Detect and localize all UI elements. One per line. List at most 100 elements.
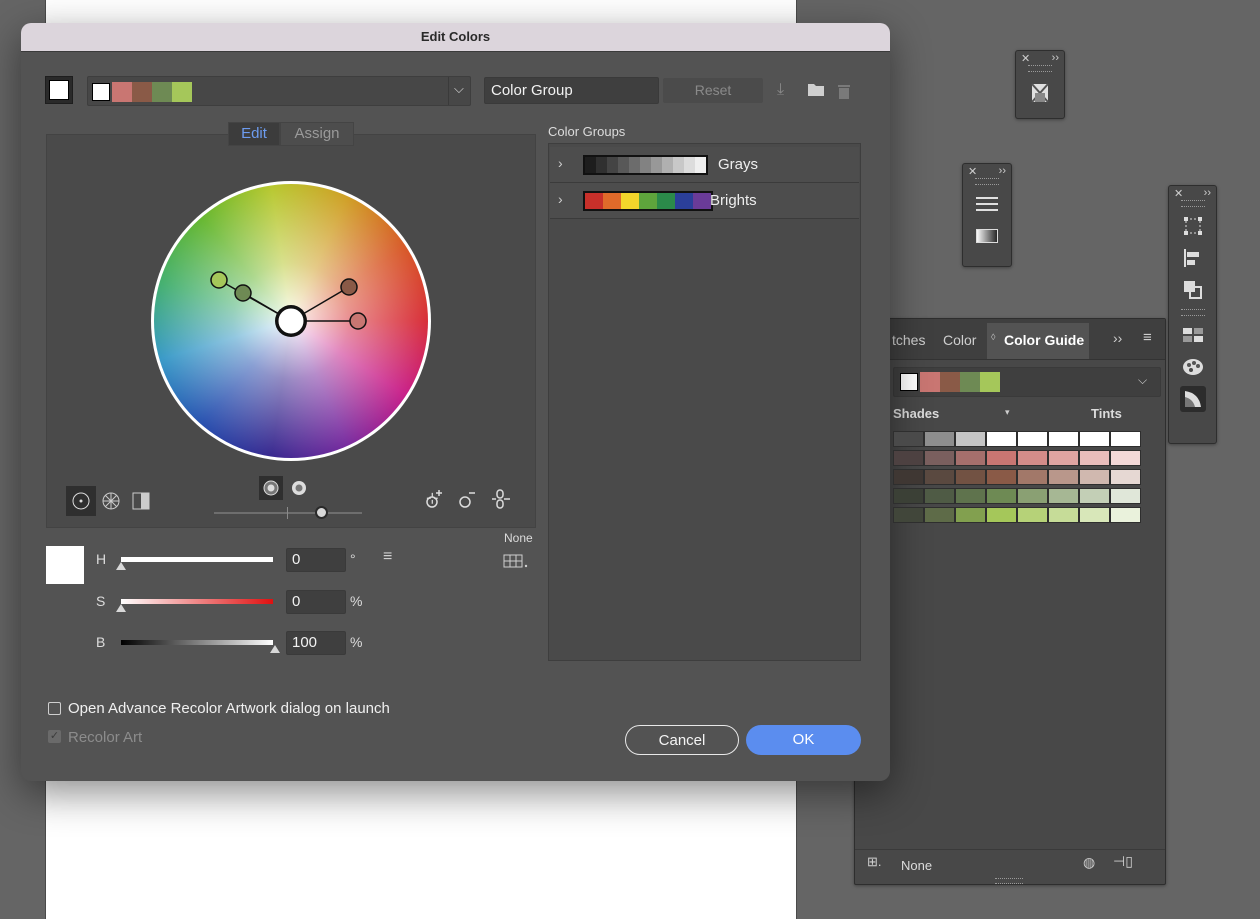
panel-grip[interactable] [975, 178, 999, 185]
guide-base-swatch[interactable] [940, 372, 960, 392]
guide-base-swatch[interactable] [980, 372, 1000, 392]
active-color-swatch[interactable] [92, 83, 110, 101]
close-icon[interactable]: ✕ [968, 165, 977, 178]
color-group-grays[interactable]: › Grays [550, 147, 859, 183]
active-color-swatch[interactable] [132, 82, 152, 102]
variation-swatch[interactable] [1048, 469, 1079, 485]
show-brightness-icon[interactable] [259, 476, 283, 500]
variation-swatch[interactable] [924, 469, 955, 485]
cancel-button[interactable]: Cancel [625, 725, 739, 755]
color-bars-icon[interactable] [126, 486, 156, 516]
color-wheel[interactable] [151, 181, 431, 461]
variation-swatch[interactable] [1017, 450, 1048, 466]
palette-icon[interactable] [1180, 354, 1206, 380]
variation-swatch[interactable] [1017, 488, 1048, 504]
recolor-art-checkbox[interactable]: ✓ [48, 730, 61, 743]
close-icon[interactable]: ✕ [1174, 187, 1183, 200]
hue-value-field[interactable]: 0 [286, 548, 346, 572]
smooth-color-wheel-icon[interactable] [66, 486, 96, 516]
variation-swatch[interactable] [955, 431, 986, 447]
variation-swatch[interactable] [893, 431, 924, 447]
variation-swatch[interactable] [955, 450, 986, 466]
variation-swatch[interactable] [924, 450, 955, 466]
limit-to-library-icon[interactable]: ⊞. [867, 854, 882, 870]
color-group-brights[interactable]: › Brights [550, 183, 859, 219]
collapse-panels-icon[interactable]: ›› [1113, 330, 1122, 346]
active-color-swatch[interactable] [172, 82, 192, 102]
close-icon[interactable]: ✕ [1021, 52, 1030, 65]
variation-swatch[interactable] [1079, 431, 1110, 447]
brightness-slider-thumb[interactable] [315, 506, 328, 519]
variation-swatch[interactable] [1048, 507, 1079, 523]
saturation-slider-track[interactable] [121, 599, 273, 604]
variations-dropdown-icon[interactable]: ▾ [1005, 407, 1010, 418]
variation-swatch[interactable] [893, 488, 924, 504]
slider-menu-icon[interactable]: ≡ [383, 548, 392, 566]
hue-slider-thumb[interactable] [116, 562, 126, 570]
variation-swatch[interactable] [986, 450, 1017, 466]
color-guide-icon[interactable] [1179, 386, 1206, 412]
add-color-tool-icon[interactable] [425, 489, 445, 509]
expand-icon[interactable]: ›› [1204, 187, 1211, 199]
variation-swatch[interactable] [1079, 488, 1110, 504]
variation-swatch[interactable] [955, 507, 986, 523]
guide-base-swatch[interactable] [900, 373, 918, 391]
variation-swatch[interactable] [955, 469, 986, 485]
guide-base-swatch[interactable] [920, 372, 940, 392]
gradient-icon[interactable] [974, 223, 1000, 249]
chevron-right-icon[interactable]: › [558, 191, 563, 207]
current-color-chip[interactable] [45, 76, 73, 104]
variation-swatch[interactable] [1048, 488, 1079, 504]
variation-swatch[interactable] [986, 488, 1017, 504]
variation-swatch[interactable] [1110, 507, 1141, 523]
variation-swatch[interactable] [1110, 469, 1141, 485]
variation-swatch[interactable] [955, 488, 986, 504]
swatches-icon[interactable] [1180, 322, 1206, 348]
panel-grip[interactable] [1028, 65, 1052, 72]
variation-swatch[interactable] [986, 431, 1017, 447]
expand-icon[interactable]: ›› [1052, 52, 1059, 64]
panel-menu-icon[interactable]: ≡ [1143, 329, 1152, 346]
variation-swatch[interactable] [1110, 450, 1141, 466]
tab-color-guide[interactable]: Color Guide [1004, 332, 1084, 348]
harmony-markers[interactable] [151, 181, 431, 461]
recolor-artwork-icon[interactable]: ◍ [1083, 854, 1095, 871]
variation-swatch[interactable] [1017, 507, 1048, 523]
variation-swatch[interactable] [1079, 450, 1110, 466]
stroke-icon[interactable] [974, 191, 1000, 217]
panel-grip[interactable] [1180, 200, 1205, 207]
open-advance-checkbox[interactable] [48, 702, 61, 715]
saturation-value-field[interactable]: 0 [286, 590, 346, 614]
variation-swatch[interactable] [986, 507, 1017, 523]
harmony-rules-dropdown[interactable]: ⌵ [893, 367, 1161, 397]
variation-swatch[interactable] [986, 469, 1017, 485]
active-colors-strip[interactable]: ⌵ [87, 76, 471, 106]
variation-swatch[interactable] [924, 507, 955, 523]
tab-color[interactable]: Color [943, 332, 976, 348]
panel-grip[interactable] [1180, 309, 1205, 316]
align-icon[interactable] [1180, 245, 1206, 271]
navigator-icon[interactable] [1027, 80, 1053, 106]
brightness-value-field[interactable]: 100 [286, 631, 346, 655]
link-harmony-colors-icon[interactable] [490, 488, 512, 510]
variation-swatch[interactable] [1110, 488, 1141, 504]
variation-swatch[interactable] [893, 507, 924, 523]
remove-color-tool-icon[interactable] [458, 489, 478, 509]
save-color-group-icon[interactable]: ⤓ [777, 81, 784, 99]
brightness-value-thumb[interactable] [270, 645, 280, 653]
chevron-down-icon[interactable]: ⌵ [454, 81, 464, 97]
panel-resize-grip[interactable] [995, 878, 1023, 884]
active-color-swatch[interactable] [152, 82, 172, 102]
variation-swatch[interactable] [1110, 431, 1141, 447]
hue-slider-track[interactable] [121, 557, 273, 562]
color-group-name-field[interactable]: Color Group [484, 77, 659, 104]
limit-to-swatch-library-icon[interactable] [503, 553, 529, 569]
active-color-swatch[interactable] [112, 82, 132, 102]
show-saturation-icon[interactable] [287, 476, 311, 500]
variation-swatch[interactable] [893, 450, 924, 466]
chevron-right-icon[interactable]: › [558, 155, 563, 171]
tab-swatches[interactable]: tches [892, 332, 925, 348]
variation-swatch[interactable] [1048, 450, 1079, 466]
reset-button[interactable]: Reset [663, 78, 763, 103]
expand-icon[interactable]: ›› [999, 165, 1006, 177]
